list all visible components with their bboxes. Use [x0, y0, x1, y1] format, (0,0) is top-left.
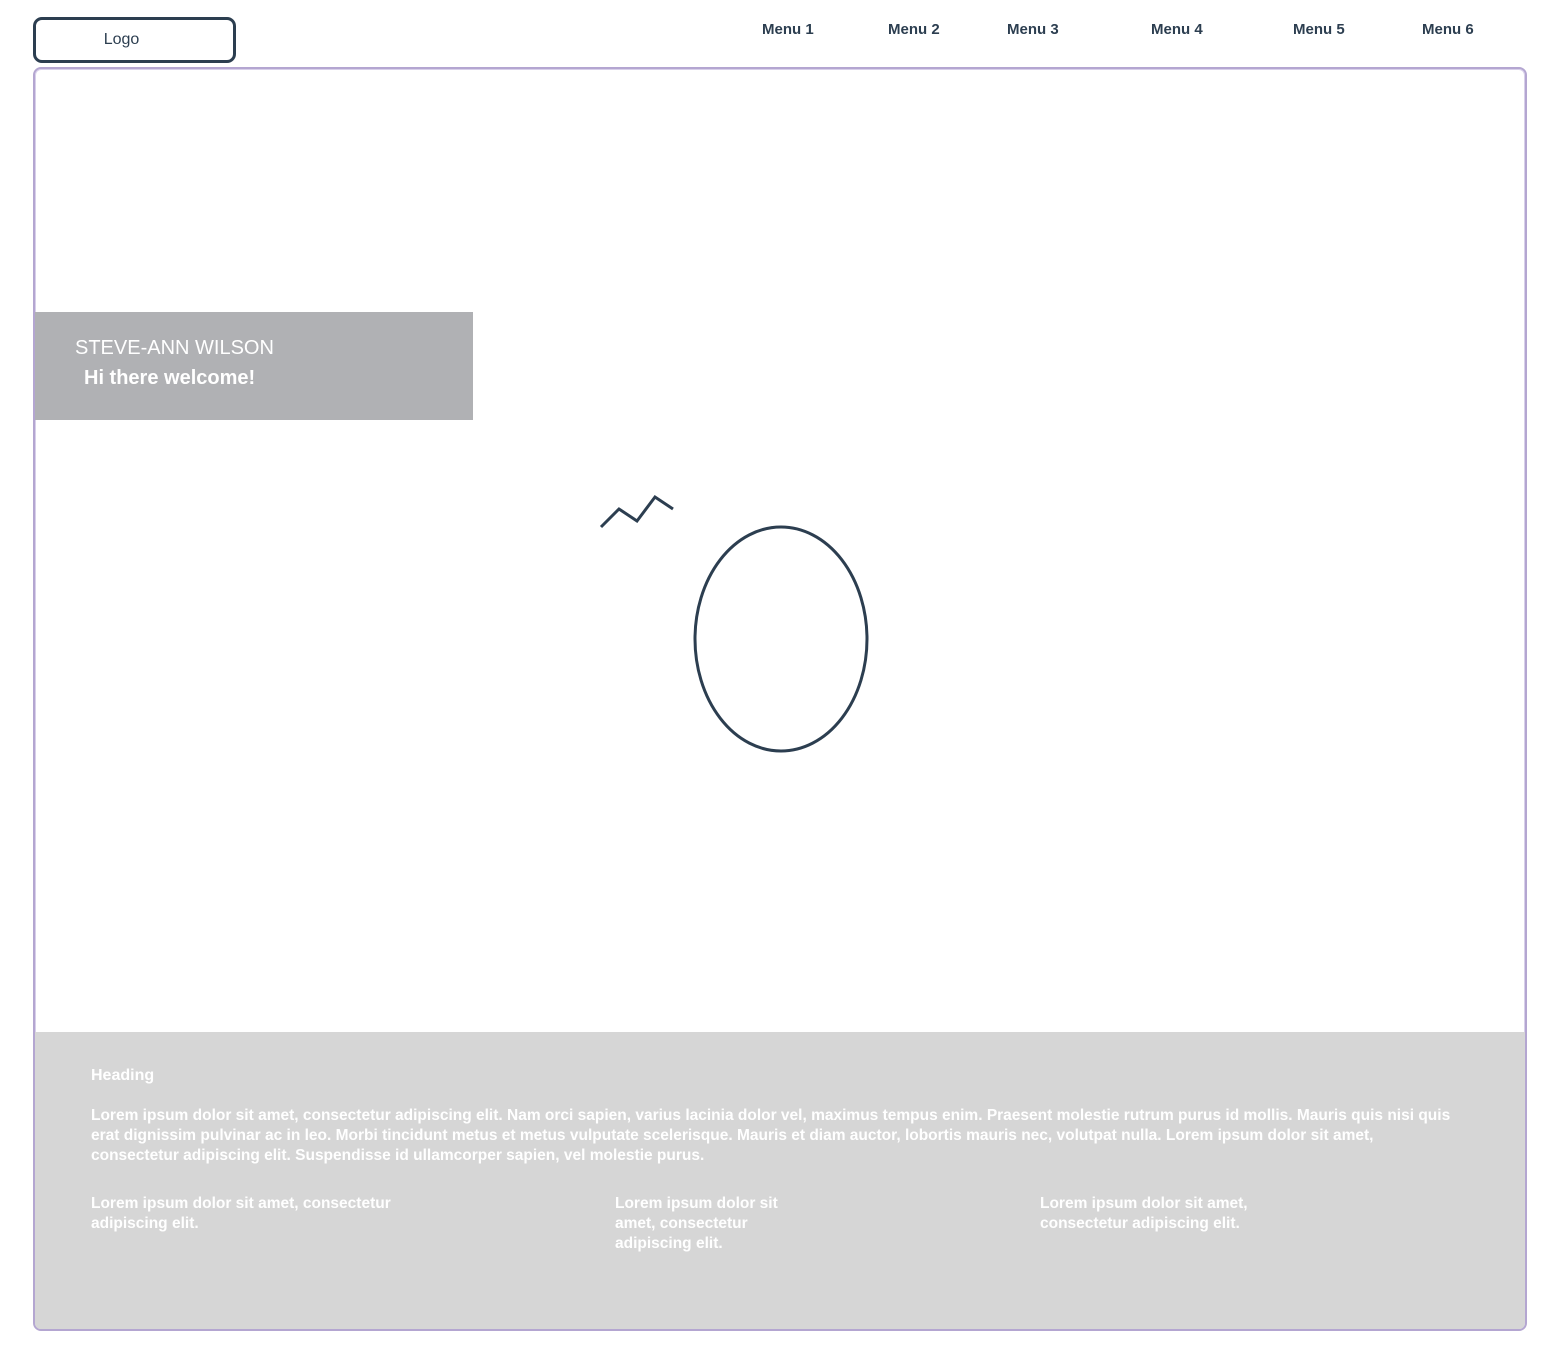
footer-section: Heading Lorem ipsum dolor sit amet, cons… [35, 1032, 1525, 1329]
hero-welcome: Hi there welcome! [84, 367, 256, 389]
footer-heading: Heading [91, 1067, 155, 1084]
menu-item-5[interactable]: Menu 5 [1293, 21, 1345, 38]
logo-label: Logo [103, 31, 140, 48]
footer-body-text: Lorem ipsum dolor sit amet, consectetur … [91, 1107, 1451, 1164]
logo[interactable]: Logo [33, 17, 236, 63]
menu-item-6[interactable]: Menu 6 [1422, 21, 1474, 38]
footer-column-1: Lorem ipsum dolor sit amet, consectetur … [91, 1195, 391, 1232]
footer-column-3: Lorem ipsum dolor sit amet, consectetur … [1040, 1195, 1248, 1232]
mountain-icon [599, 494, 674, 529]
footer-column-2: Lorem ipsum dolor sit amet, consectetur … [615, 1195, 778, 1252]
menu-item-2[interactable]: Menu 2 [888, 21, 940, 38]
page: Logo Menu 1 Menu 2 Menu 3 Menu 4 Menu 5 … [0, 0, 1564, 1369]
hero-section: STEVE-ANN WILSON Hi there welcome! Headi… [33, 67, 1527, 1331]
menu-item-1[interactable]: Menu 1 [762, 21, 814, 38]
menu-item-3[interactable]: Menu 3 [1007, 21, 1059, 38]
menu-item-4[interactable]: Menu 4 [1151, 21, 1203, 38]
hero-label-box: STEVE-ANN WILSON Hi there welcome! [35, 312, 473, 420]
hero-name: STEVE-ANN WILSON [75, 337, 274, 359]
sun-icon [693, 525, 869, 753]
